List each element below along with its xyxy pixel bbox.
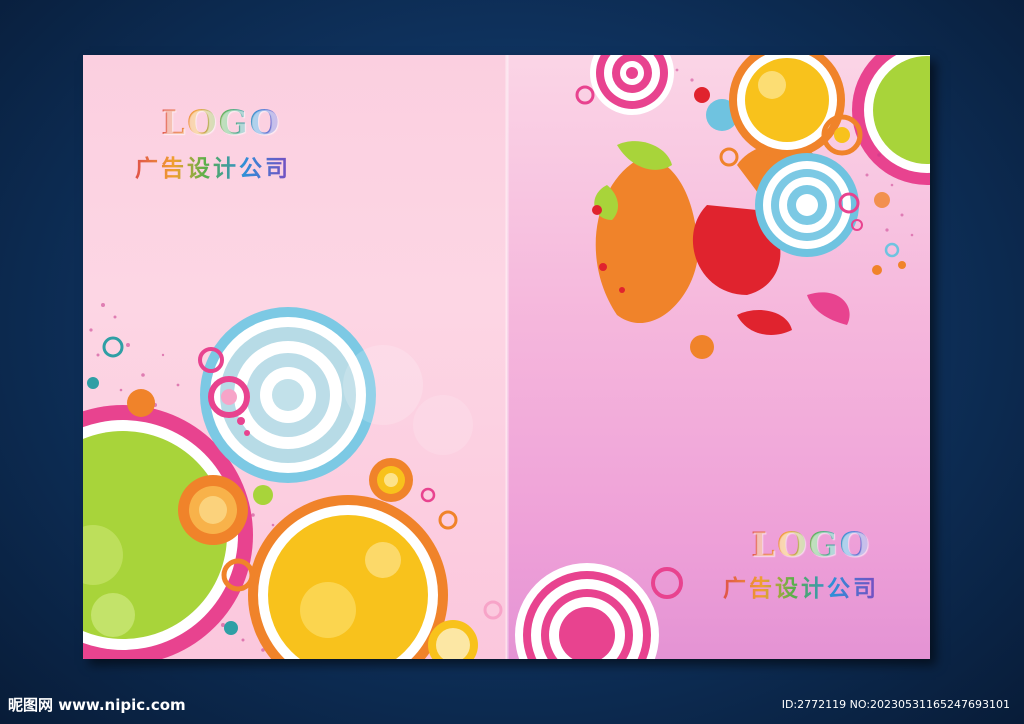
- spine-fold: [505, 55, 509, 659]
- left-page: LOGO 广告设计公司: [83, 55, 507, 659]
- watermark-id: ID:2772119 NO:20230531165247693101: [781, 698, 1010, 711]
- orange-splash: [595, 155, 699, 324]
- left-page-art: [83, 303, 503, 659]
- brochure-spread: LOGO 广告设计公司 LOGO 广告设计公司: [83, 55, 930, 659]
- company-name-right: 广告设计公司: [723, 569, 879, 603]
- logo-right: LOGO: [751, 525, 872, 565]
- watermark-site: 昵图网 www.nipic.com: [8, 696, 186, 714]
- company-name-left: 广告设计公司: [135, 149, 291, 183]
- logo-left: LOGO: [161, 103, 282, 143]
- right-page: LOGO 广告设计公司: [507, 55, 930, 659]
